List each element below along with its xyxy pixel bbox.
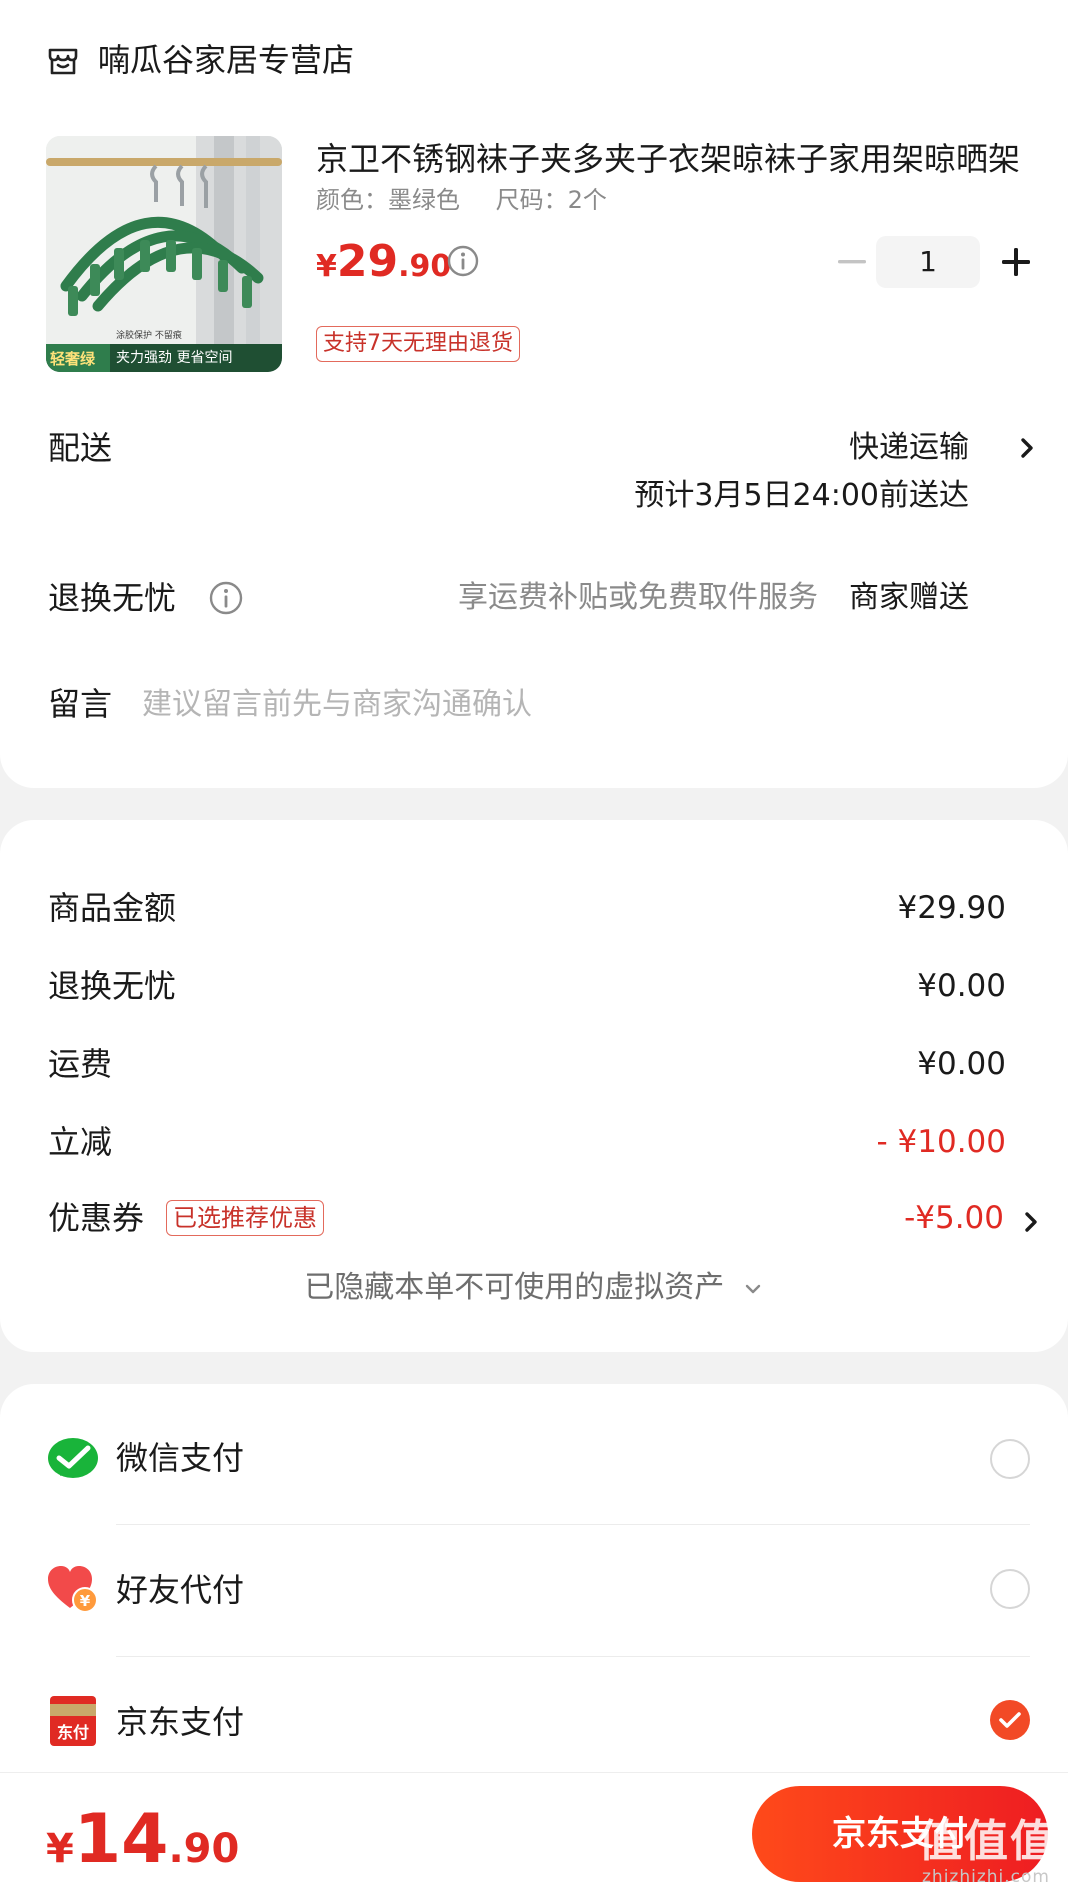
price-integer: 29 [336, 236, 399, 287]
pay-method-radio-jd-checked[interactable] [990, 1700, 1030, 1740]
product-color-spec: 颜色：墨绿色 [316, 186, 460, 214]
info-icon[interactable] [446, 244, 480, 278]
amount-row-label-worry-free: 退换无忧 [48, 967, 177, 1005]
total-decimal: .90 [168, 1826, 240, 1872]
product-size-spec: 尺码：2个 [495, 186, 607, 214]
pay-method-radio-friend[interactable] [990, 1569, 1030, 1609]
note-label: 留言 [48, 685, 113, 723]
pay-method-radio-wechat[interactable] [990, 1439, 1030, 1479]
info-icon[interactable] [208, 580, 244, 616]
return-policy-tag: 支持7天无理由退货 [316, 326, 520, 362]
quantity-plus-button[interactable] [986, 234, 1046, 290]
total-price: ¥14.90 [46, 1800, 239, 1897]
coupon-badge[interactable]: 已选推荐优惠 [166, 1200, 324, 1236]
delivery-method[interactable]: 快递运输 [849, 424, 969, 472]
friend-pay-heart-icon: ¥ [48, 1566, 98, 1613]
svg-text:¥: ¥ [80, 1592, 91, 1610]
worry-free-value: 商家赠送 [849, 580, 969, 615]
product-title[interactable]: 京卫不锈钢袜子夹多夹子衣架晾袜子家用架晾晒架 [316, 136, 1030, 182]
amount-row-label-discount: 立减 [48, 1123, 113, 1161]
svg-text:夹力强劲 更省空间: 夹力强劲 更省空间 [116, 350, 232, 366]
amount-row-label-shipping: 运费 [48, 1045, 113, 1083]
watermark: 值值值 [918, 1816, 1056, 1867]
product-price: ¥29.90 [316, 232, 451, 301]
total-currency: ¥ [46, 1826, 74, 1872]
divider [116, 1656, 1030, 1657]
hidden-assets-toggle[interactable]: 已隐藏本单不可使用的虚拟资产 [0, 1264, 1068, 1312]
chevron-right-icon[interactable] [1014, 432, 1040, 464]
watermark-url: zhizhizhi.com [922, 1867, 1050, 1887]
worry-free-description: 享运费补贴或免费取件服务 [458, 580, 818, 615]
worry-free-label: 退换无忧 [48, 579, 177, 617]
jd-pay-icon: 东付 [50, 1696, 96, 1746]
delivery-label: 配送 [48, 429, 113, 467]
svg-text:轻奢绿: 轻奢绿 [50, 350, 96, 368]
quantity-value[interactable]: 1 [876, 236, 980, 288]
store-icon [48, 48, 78, 75]
chevron-right-icon[interactable] [1018, 1206, 1044, 1238]
svg-text:涂胶保护 不留痕: 涂胶保护 不留痕 [116, 329, 182, 341]
store-name[interactable]: 喃瓜谷家居专营店 [98, 36, 354, 84]
sock-hanger-illustration: 轻奢绿 夹力强劲 更省空间 涂胶保护 不留痕 [46, 136, 282, 372]
amount-row-value-coupon[interactable]: -¥5.00 [904, 1194, 1004, 1242]
pay-method-label-friend[interactable]: 好友代付 [116, 1566, 244, 1614]
amount-row-value-discount: - ¥10.00 [876, 1124, 1006, 1160]
price-decimal: .90 [398, 249, 452, 284]
wechat-pay-icon [48, 1438, 98, 1478]
pay-method-label-wechat[interactable]: 微信支付 [116, 1434, 244, 1482]
delivery-eta: 预计3月5日24:00前送达 [634, 478, 969, 513]
amount-row-value-goods: ¥29.90 [897, 890, 1006, 926]
amount-row-label-goods: 商品金额 [48, 889, 177, 927]
amount-row-label-coupon[interactable]: 优惠券 [48, 1194, 144, 1242]
amount-row-value-worry-free: ¥0.00 [917, 968, 1006, 1004]
pay-method-label-jd[interactable]: 京东支付 [116, 1698, 244, 1746]
chevron-down-icon [745, 1284, 760, 1293]
product-image[interactable]: 轻奢绿 夹力强劲 更省空间 涂胶保护 不留痕 [46, 136, 282, 372]
price-currency: ¥ [316, 249, 337, 284]
quantity-minus-button[interactable] [822, 234, 882, 290]
total-integer: 14 [73, 1800, 169, 1879]
note-input[interactable] [142, 676, 942, 732]
svg-text:东付: 东付 [57, 1723, 89, 1742]
amount-row-value-shipping: ¥0.00 [917, 1046, 1006, 1082]
divider [116, 1524, 1030, 1525]
order-card: 喃瓜谷家居专营店 轻奢绿 夹力强劲 更省空间 涂胶保护 不留痕 京卫不锈钢袜子夹… [0, 0, 1068, 788]
product-spec[interactable]: 颜色：墨绿色 尺码：2个 [316, 180, 635, 220]
hidden-assets-text: 已隐藏本单不可使用的虚拟资产 [304, 1270, 725, 1305]
